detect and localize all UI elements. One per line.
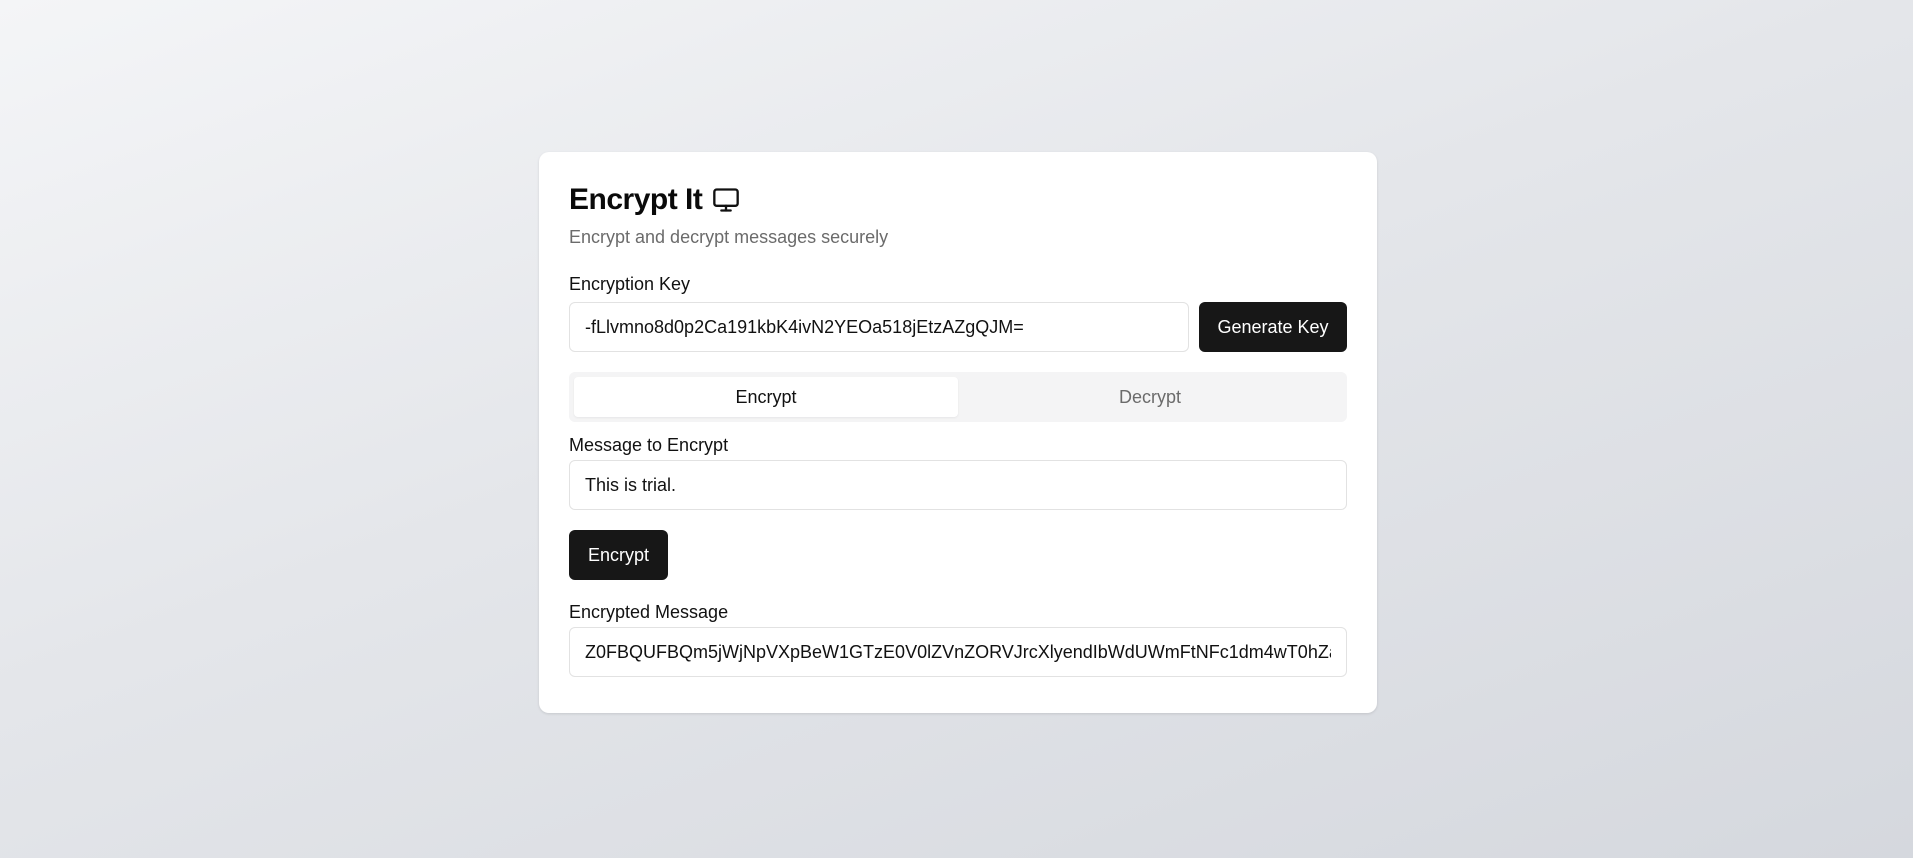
monitor-icon	[711, 185, 741, 215]
page-title: Encrypt It	[569, 183, 703, 216]
tab-decrypt[interactable]: Decrypt	[958, 377, 1342, 417]
encrypt-card: Encrypt It Encrypt and decrypt messages …	[539, 152, 1377, 713]
encryption-key-row: Generate Key	[569, 302, 1347, 352]
title-row: Encrypt It	[569, 182, 1347, 218]
mode-tabs: Encrypt Decrypt	[569, 372, 1347, 422]
encrypt-button[interactable]: Encrypt	[569, 530, 668, 580]
encrypted-message-field[interactable]	[569, 627, 1347, 677]
encryption-key-label: Encryption Key	[569, 274, 691, 294]
message-label: Message to Encrypt	[569, 435, 729, 455]
tab-encrypt[interactable]: Encrypt	[574, 377, 958, 417]
encrypted-message-label: Encrypted Message	[569, 602, 729, 622]
encryption-key-input[interactable]	[569, 302, 1189, 352]
message-input[interactable]	[569, 460, 1347, 510]
generate-key-button[interactable]: Generate Key	[1199, 302, 1347, 352]
page-subtitle: Encrypt and decrypt messages securely	[569, 227, 889, 247]
